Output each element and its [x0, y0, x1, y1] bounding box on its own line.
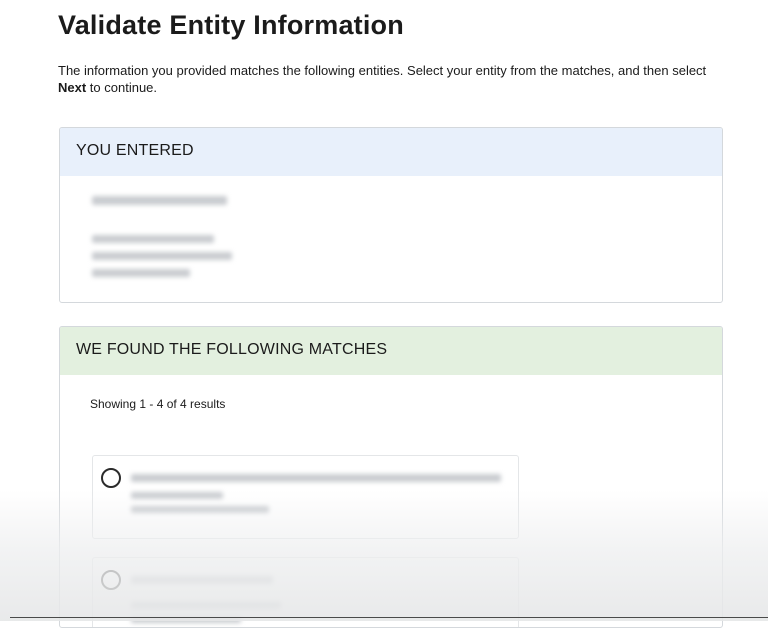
entered-address-line-1-redacted [92, 235, 214, 243]
match-radio-2[interactable] [101, 570, 121, 590]
match-radio-1[interactable] [101, 468, 121, 488]
matches-card: WE FOUND THE FOLLOWING MATCHES Showing 1… [59, 326, 723, 628]
page-title: Validate Entity Information [58, 10, 404, 40]
match-2-name-redacted [131, 576, 273, 584]
match-1-address-line-1-redacted [131, 492, 223, 499]
you-entered-card: YOU ENTERED [59, 127, 723, 303]
match-1-name-redacted [131, 474, 501, 482]
intro-text-start: The information you provided matches the… [58, 63, 707, 78]
validate-entity-page: Validate Entity Information The informat… [0, 0, 768, 628]
intro-text-end: to continue. [86, 80, 158, 95]
match-2-address-line-1-redacted [131, 602, 281, 609]
entered-address-line-3-redacted [92, 269, 190, 277]
you-entered-header: YOU ENTERED [60, 128, 722, 176]
match-1-address-line-2-redacted [131, 506, 269, 513]
entered-address-line-2-redacted [92, 252, 232, 260]
matches-header: WE FOUND THE FOLLOWING MATCHES [60, 327, 722, 375]
results-count: Showing 1 - 4 of 4 results [90, 397, 226, 411]
intro-next-keyword: Next [58, 80, 87, 95]
entered-entity-name-redacted [92, 196, 227, 205]
intro-text: The information you provided matches the… [58, 62, 708, 96]
match-option-1[interactable] [92, 455, 519, 539]
bottom-divider [10, 617, 768, 618]
